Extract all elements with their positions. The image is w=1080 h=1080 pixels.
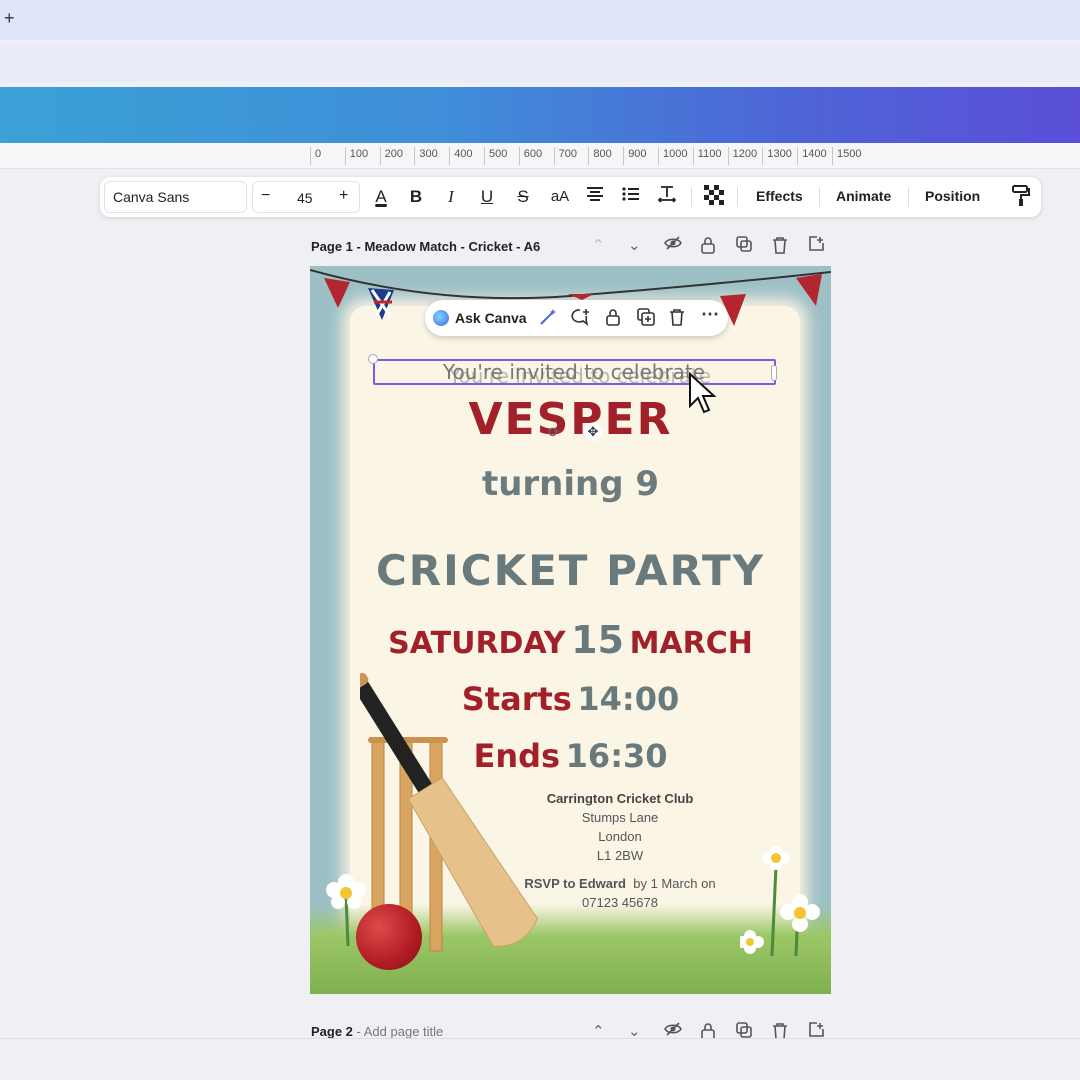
comment-add-icon[interactable] xyxy=(571,308,591,331)
ruler-mark: 1400 xyxy=(797,147,827,165)
starts-time: 14:00 xyxy=(577,680,680,718)
rsvp-date: by 1 March on xyxy=(633,876,716,891)
decrease-size-button[interactable]: − xyxy=(261,187,270,205)
hide-eye-icon[interactable] xyxy=(664,236,682,254)
ruler-mark: 1200 xyxy=(727,147,757,165)
toolbar-divider xyxy=(737,187,738,207)
ruler-area: 0 100 200 300 400 500 600 700 800 900 1000 1100 1200… xyxy=(0,143,1080,169)
add-page-icon[interactable] xyxy=(808,236,824,256)
position-button[interactable]: Position xyxy=(925,188,980,204)
rotate-handle-icon[interactable]: ⟳ xyxy=(548,424,560,441)
new-tab-button[interactable]: + xyxy=(4,8,15,29)
age-text[interactable]: turning 9 xyxy=(310,464,831,504)
underline-button[interactable]: U xyxy=(476,185,498,209)
ruler-mark: 0 xyxy=(310,147,321,165)
duplicate-icon[interactable] xyxy=(637,308,655,331)
ruler-mark: 1500 xyxy=(832,147,861,165)
design-canvas[interactable]: You're invited to celebrate You're invit… xyxy=(310,266,831,994)
more-options-icon[interactable]: ⋯ xyxy=(701,304,719,325)
date-day: SATURDAY xyxy=(388,626,566,661)
ruler-mark: 400 xyxy=(449,147,473,165)
ruler-mark: 200 xyxy=(379,147,403,165)
ruler-mark: 700 xyxy=(553,147,577,165)
text-color-button[interactable]: A xyxy=(370,185,392,209)
lock-icon[interactable] xyxy=(700,236,716,258)
font-size-input[interactable]: 45 xyxy=(297,190,313,206)
browser-top-bar: + xyxy=(0,0,1080,40)
lock-icon[interactable] xyxy=(605,308,621,331)
daisy-illustration-right xyxy=(740,846,820,956)
duplicate-page-icon[interactable] xyxy=(736,236,752,256)
ruler-mark: 900 xyxy=(623,147,647,165)
date-line[interactable]: SATURDAY 15 MARCH xyxy=(310,618,831,662)
letter-case-button[interactable]: aA xyxy=(546,185,574,209)
ruler-mark: 800 xyxy=(588,147,612,165)
trash-icon[interactable] xyxy=(772,236,788,258)
strikethrough-button[interactable]: S xyxy=(512,185,534,209)
ruler-mark: 1000 xyxy=(658,147,687,165)
list-icon[interactable] xyxy=(620,185,642,209)
magic-edit-icon[interactable] xyxy=(539,308,557,331)
paint-roller-icon[interactable] xyxy=(1009,185,1033,209)
toolbar-divider xyxy=(691,187,692,207)
ruler-mark: 100 xyxy=(344,147,368,165)
text-toolbar: Canva Sans − 45 + A B I U S aA Effects A… xyxy=(100,177,1041,217)
increase-size-button[interactable]: + xyxy=(339,187,348,205)
ruler-mark: 1100 xyxy=(692,147,721,165)
page-1-title[interactable]: Page 1 - Meadow Match - Cricket - A6 xyxy=(311,239,540,254)
animate-button[interactable]: Animate xyxy=(836,188,891,204)
ruler-mark: 500 xyxy=(484,147,507,165)
selection-handle[interactable] xyxy=(771,365,777,381)
element-context-bar: Ask Canva ⋯ xyxy=(425,300,728,336)
page-2-title[interactable]: Page 2 - Add page title xyxy=(311,1024,443,1039)
ruler-mark: 1300 xyxy=(762,147,792,165)
ruler-mark: 600 xyxy=(518,147,542,165)
font-size-stepper: − 45 + xyxy=(252,181,360,213)
ends-time: 16:30 xyxy=(565,737,668,775)
move-handle-icon[interactable]: ✥ xyxy=(584,423,602,441)
date-number: 15 xyxy=(571,618,624,662)
toolbar-divider xyxy=(908,187,909,207)
trash-icon[interactable] xyxy=(669,308,685,331)
editor-header xyxy=(0,87,1080,143)
page-1-controls: ⌃ ⌄ xyxy=(592,236,832,258)
daisy-illustration-left xyxy=(326,874,366,946)
bold-button[interactable]: B xyxy=(405,185,427,209)
canva-ai-icon xyxy=(433,310,449,326)
address-strip xyxy=(0,44,1080,82)
transparency-icon[interactable] xyxy=(703,185,725,209)
ask-canva-button[interactable]: Ask Canva xyxy=(455,310,527,326)
ruler-mark: 300 xyxy=(414,147,438,165)
mouse-pointer-icon xyxy=(689,372,717,414)
spacing-icon[interactable] xyxy=(656,185,678,209)
toolbar-divider xyxy=(819,187,820,207)
align-center-icon[interactable] xyxy=(584,185,606,209)
selection-handle[interactable] xyxy=(368,354,378,364)
date-month: MARCH xyxy=(629,626,753,661)
ruler: 0 100 200 300 400 500 600 700 800 900 1000 1100 1200… xyxy=(310,143,870,169)
chevron-down-icon[interactable]: ⌄ xyxy=(628,236,641,254)
bottom-bar xyxy=(0,1038,1080,1080)
italic-button[interactable]: I xyxy=(440,185,462,209)
party-title[interactable]: CRICKET PARTY xyxy=(310,546,831,595)
font-family-select[interactable]: Canva Sans xyxy=(104,181,247,213)
name-heading[interactable]: VESPER xyxy=(310,394,831,445)
chevron-up-icon[interactable]: ⌃ xyxy=(592,236,605,254)
effects-button[interactable]: Effects xyxy=(756,188,803,204)
